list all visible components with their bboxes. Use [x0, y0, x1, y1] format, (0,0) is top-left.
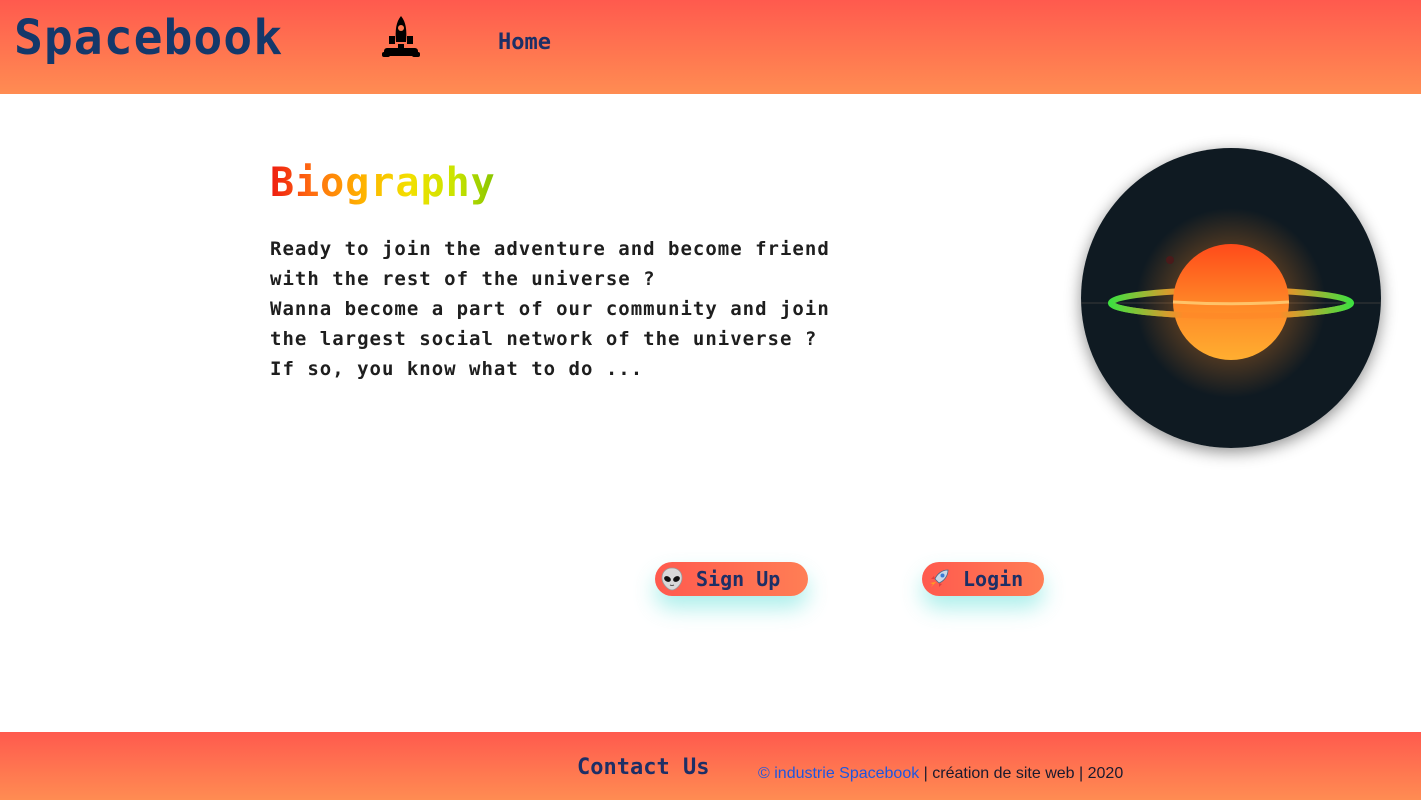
login-label: Login — [963, 567, 1024, 591]
bio-line: Ready to join the adventure and become f… — [270, 238, 830, 260]
alien-icon — [661, 567, 683, 591]
footer-bar — [0, 732, 1421, 800]
copyright-text: © industrie Spacebook | création de site… — [758, 765, 1123, 783]
bio-line: with the rest of the universe ? — [270, 268, 656, 290]
nav-home-link[interactable]: Home — [498, 30, 551, 55]
rocket-icon — [382, 16, 420, 57]
biography-title: Biography — [270, 160, 496, 206]
planet-illustration — [1081, 148, 1381, 448]
brand-logo[interactable]: Spacebook — [14, 8, 283, 68]
bio-line: If so, you know what to do ... — [270, 358, 644, 380]
signup-button[interactable]: Sign Up — [655, 562, 808, 596]
biography-text: Ready to join the adventure and become f… — [270, 234, 970, 384]
copyright-link[interactable]: © industrie Spacebook — [758, 765, 919, 782]
planet-image — [1081, 148, 1381, 448]
bio-line: Wanna become a part of our community and… — [270, 298, 830, 320]
header-bar: Spacebook Home — [0, 0, 1421, 94]
login-button[interactable]: Login — [922, 562, 1044, 596]
signup-label: Sign Up — [696, 567, 781, 591]
rocket-icon — [930, 569, 949, 587]
contact-us-link[interactable]: Contact Us — [577, 755, 709, 780]
bio-line: the largest social network of the univer… — [270, 328, 818, 350]
copyright-rest: | création de site web | 2020 — [919, 765, 1124, 782]
